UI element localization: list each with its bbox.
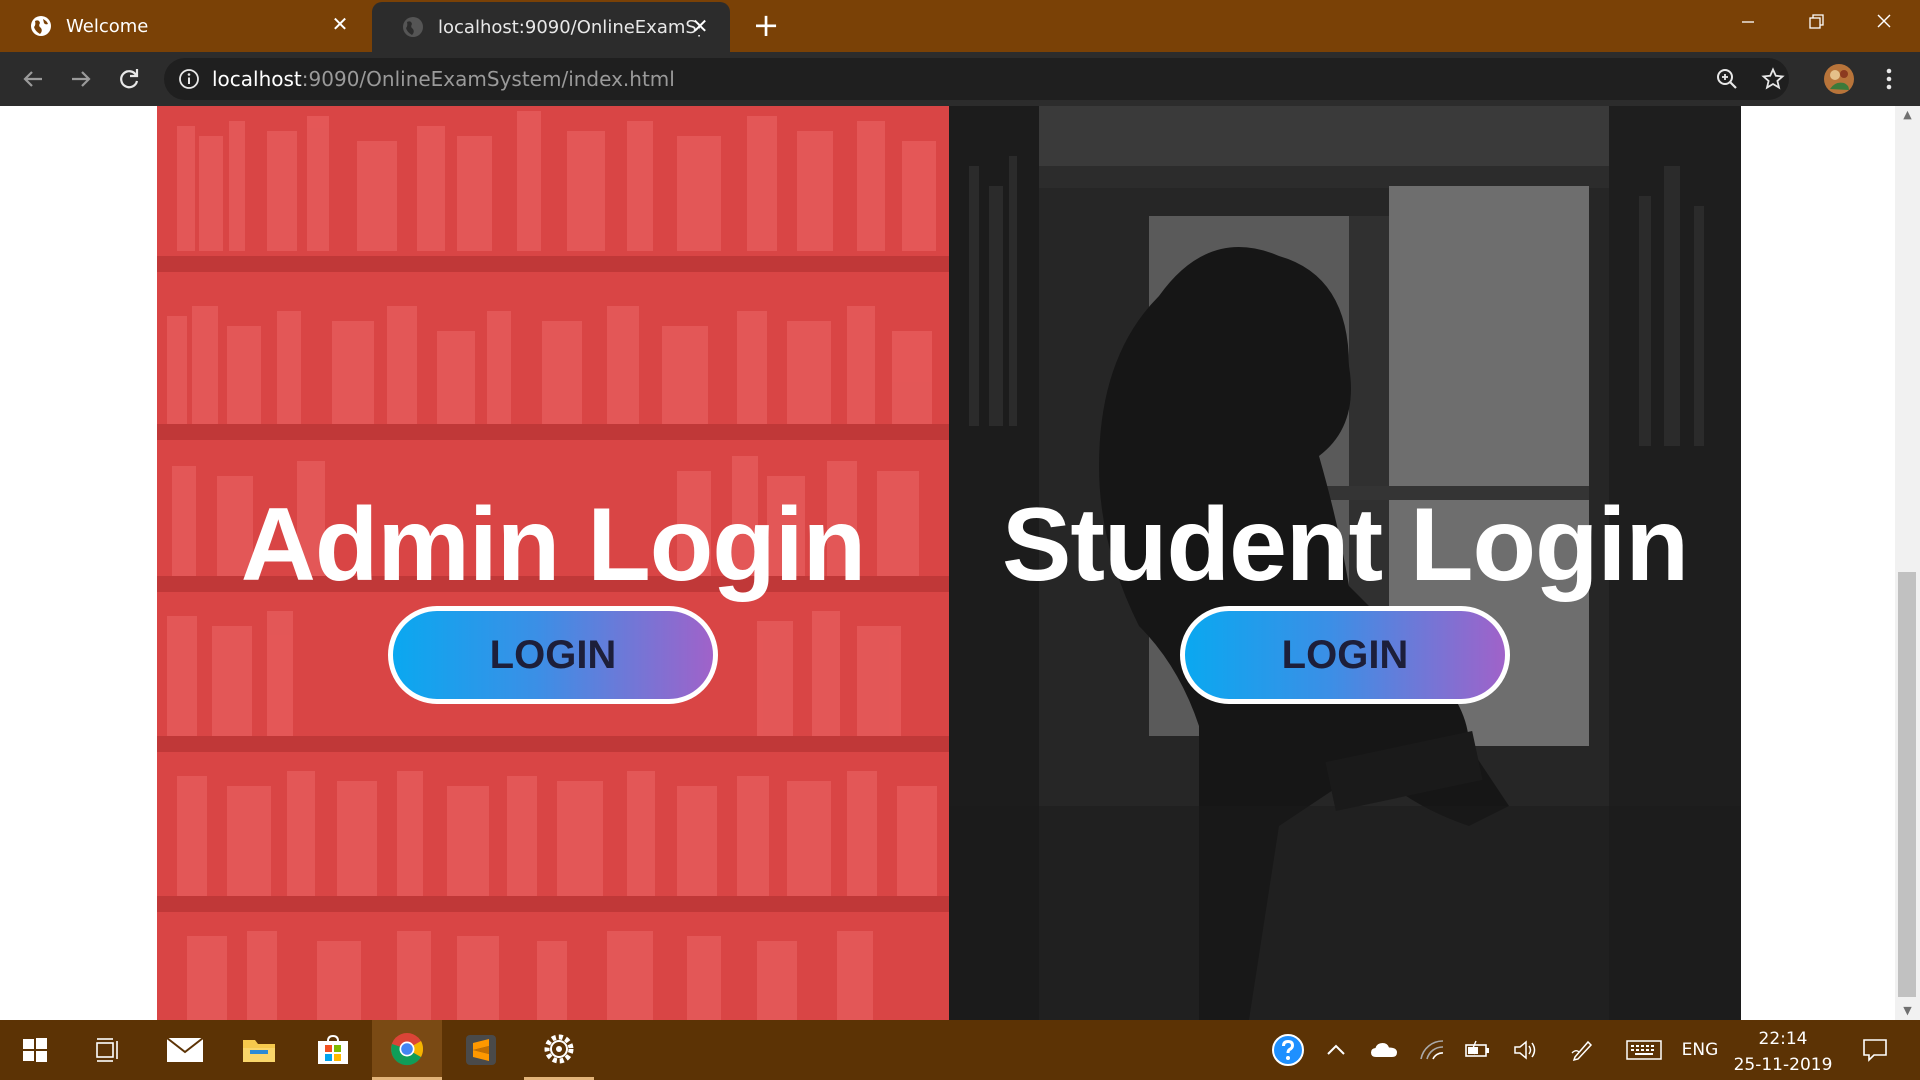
admin-login-button[interactable]: LOGIN	[388, 606, 718, 704]
store-bag-icon	[318, 1035, 348, 1064]
chevron-up-icon	[1327, 1044, 1345, 1055]
restore-button[interactable]	[1782, 0, 1850, 44]
address-bar[interactable]: localhost:9090/OnlineExamSystem/index.ht…	[164, 58, 1789, 100]
chrome-icon	[391, 1032, 424, 1065]
page-viewport: Admin Login LOGIN Student Login LOGIN ▲ …	[0, 106, 1920, 1020]
close-tab-icon[interactable]: ✕	[328, 12, 352, 36]
url-host: localhost	[212, 67, 302, 91]
tray-action-center[interactable]	[1850, 1020, 1900, 1080]
zoom-icon[interactable]	[1715, 67, 1739, 91]
admin-login-heading: Admin Login	[240, 487, 866, 603]
close-icon	[1877, 14, 1891, 28]
tab-title: Welcome	[66, 15, 149, 37]
browser-toolbar: localhost:9090/OnlineExamSystem/index.ht…	[0, 52, 1920, 106]
admin-login-panel: Admin Login LOGIN	[157, 106, 949, 1020]
scroll-up-icon[interactable]: ▲	[1895, 106, 1920, 124]
cloud-icon	[1371, 1043, 1397, 1057]
tab-welcome[interactable]: Welcome ✕	[0, 0, 370, 52]
help-icon	[1272, 1034, 1304, 1066]
tray-clock[interactable]: 22:14 25-11-2019	[1728, 1026, 1838, 1078]
clock-time: 22:14	[1758, 1029, 1808, 1049]
student-login-button[interactable]: LOGIN	[1180, 606, 1510, 704]
tray-help[interactable]	[1266, 1020, 1310, 1080]
globe-icon	[403, 17, 423, 37]
start-button[interactable]	[0, 1020, 70, 1080]
tray-wifi[interactable]	[1412, 1020, 1452, 1080]
taskbar-store[interactable]	[298, 1020, 368, 1080]
bookmark-star-icon[interactable]	[1761, 67, 1785, 91]
restore-icon	[1809, 14, 1824, 29]
menu-dots-icon[interactable]	[1872, 62, 1906, 96]
taskbar-mail[interactable]	[150, 1020, 220, 1080]
tab-index[interactable]: localhost:9090/OnlineExamSystem/index.ht…	[372, 2, 730, 52]
globe-icon	[31, 16, 51, 36]
taskbar-chrome[interactable]	[372, 1020, 442, 1080]
task-view-button[interactable]	[72, 1020, 142, 1080]
tray-volume[interactable]	[1506, 1020, 1546, 1080]
keyboard-icon	[1626, 1040, 1662, 1060]
gear-icon	[544, 1034, 574, 1063]
tray-language[interactable]: ENG	[1676, 1020, 1724, 1080]
mail-icon	[166, 1037, 204, 1062]
new-tab-button[interactable]: +	[748, 8, 784, 44]
profile-avatar-icon[interactable]	[1822, 62, 1856, 96]
wifi-icon	[1420, 1040, 1444, 1060]
tab-title: localhost:9090/OnlineExamSystem/index.ht…	[438, 16, 700, 38]
tray-touch-keyboard[interactable]	[1620, 1020, 1668, 1080]
reload-icon[interactable]	[112, 62, 146, 96]
minimize-button[interactable]	[1714, 0, 1782, 44]
tray-onedrive[interactable]	[1362, 1020, 1406, 1080]
pen-icon	[1571, 1040, 1593, 1062]
url-path: :9090/OnlineExamSystem/index.html	[301, 67, 675, 91]
task-view-icon	[96, 1038, 118, 1062]
tray-show-hidden-icons[interactable]	[1316, 1020, 1356, 1080]
scrollbar-thumb[interactable]	[1898, 572, 1916, 997]
sublime-text-icon	[466, 1035, 496, 1065]
tray-battery[interactable]	[1458, 1020, 1498, 1080]
notification-icon	[1863, 1039, 1887, 1062]
scroll-down-icon[interactable]: ▼	[1895, 1002, 1920, 1020]
taskbar-file-explorer[interactable]	[224, 1020, 294, 1080]
battery-icon	[1465, 1040, 1489, 1057]
student-login-panel: Student Login LOGIN	[949, 106, 1741, 1020]
forward-arrow-icon[interactable]	[64, 62, 98, 96]
taskbar-settings[interactable]	[524, 1020, 594, 1080]
clock-date: 25-11-2019	[1733, 1055, 1833, 1075]
minimize-icon	[1742, 21, 1754, 23]
close-window-button[interactable]	[1850, 0, 1918, 44]
browser-tab-strip: Welcome ✕ localhost:9090/OnlineExamSyste…	[0, 0, 1920, 52]
back-arrow-icon[interactable]	[16, 62, 50, 96]
vertical-scrollbar[interactable]: ▲ ▼	[1895, 106, 1920, 1020]
speaker-icon	[1514, 1040, 1536, 1060]
windows-logo-icon	[23, 1038, 47, 1062]
taskbar-sublime-text[interactable]	[446, 1020, 516, 1080]
student-login-heading: Student Login	[1002, 487, 1689, 603]
folder-icon	[243, 1040, 275, 1062]
windows-taskbar: ENG 22:14 25-11-2019	[0, 1020, 1920, 1080]
url-text: localhost:9090/OnlineExamSystem/index.ht…	[212, 67, 675, 91]
info-icon[interactable]	[178, 68, 200, 90]
close-tab-icon[interactable]: ✕	[688, 14, 712, 38]
tray-pen[interactable]	[1562, 1020, 1602, 1080]
